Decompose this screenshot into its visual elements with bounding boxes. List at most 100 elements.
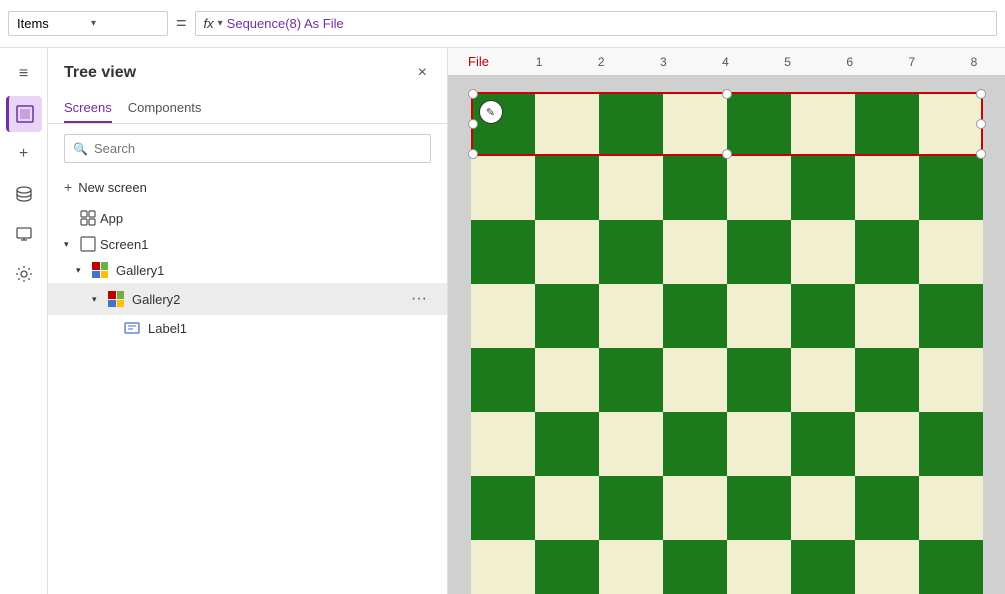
checker-cell [471, 220, 535, 284]
screen1-label: Screen1 [100, 237, 431, 252]
checker-cell [727, 540, 791, 594]
search-box: 🔍 [64, 134, 431, 163]
tree-item-gallery1[interactable]: ▾ Gallery1 [48, 257, 447, 283]
tree-item-gallery2[interactable]: ▾ Gallery2 ··· [48, 283, 447, 315]
checker-cell [727, 348, 791, 412]
add-icon[interactable]: + [6, 136, 42, 172]
checker-cell [471, 540, 535, 594]
tab-components[interactable]: Components [128, 94, 202, 123]
checker-cell [535, 156, 599, 220]
ruler-num-1: 1 [508, 55, 570, 69]
checker-cell [599, 220, 663, 284]
checker-cell [919, 284, 983, 348]
tree-items: App ▾ Screen1 ▾ Gallery1 ▾ [48, 201, 447, 594]
checker-cell [471, 92, 535, 156]
checker-cell [727, 412, 791, 476]
checker-cell [599, 412, 663, 476]
tree-header: Tree view × [48, 48, 447, 94]
tab-screens[interactable]: Screens [64, 94, 112, 123]
checker-cell [663, 476, 727, 540]
chevron-down-icon: ▾ [76, 265, 88, 276]
checkerboard [471, 92, 983, 594]
chevron-down-icon: ▾ [64, 239, 76, 250]
tree-panel: Tree view × Screens Components 🔍 + New s… [48, 48, 448, 594]
screen-icon [80, 236, 96, 252]
checker-cell [663, 284, 727, 348]
search-icon: 🔍 [73, 142, 88, 156]
formula-bar[interactable]: fx ▾ Sequence(8) As File [195, 11, 997, 36]
checker-cell [535, 92, 599, 156]
checker-cell [599, 284, 663, 348]
checker-cell [791, 92, 855, 156]
file-label[interactable]: File [448, 54, 508, 69]
plus-icon: + [64, 179, 72, 195]
checker-cell [791, 476, 855, 540]
hamburger-menu-icon[interactable]: ≡ [6, 56, 42, 92]
checker-cell [599, 348, 663, 412]
checker-cell [599, 476, 663, 540]
tree-item-app[interactable]: App [48, 205, 447, 231]
checker-cell [663, 540, 727, 594]
ruler-num-6: 6 [819, 55, 881, 69]
new-screen-label: New screen [78, 180, 147, 195]
checkerboard-wrap: ✎ [471, 92, 983, 594]
search-input[interactable] [94, 141, 422, 156]
checker-cell [855, 476, 919, 540]
data-icon[interactable] [6, 176, 42, 212]
tree-tabs: Screens Components [48, 94, 447, 124]
media-icon[interactable] [6, 216, 42, 252]
tree-item-label1[interactable]: Label1 [48, 315, 447, 341]
ruler-top: File 1 2 3 4 5 6 7 8 [448, 48, 1005, 76]
checker-cell [919, 348, 983, 412]
checker-cell [599, 92, 663, 156]
checker-cell [919, 412, 983, 476]
new-screen-button[interactable]: + New screen [48, 173, 447, 201]
checker-cell [535, 348, 599, 412]
label1-label: Label1 [148, 321, 431, 336]
ruler-num-5: 5 [757, 55, 819, 69]
settings-icon[interactable] [6, 256, 42, 292]
checker-cell [663, 220, 727, 284]
checker-cell [727, 284, 791, 348]
ruler-num-2: 2 [570, 55, 632, 69]
ruler-num-3: 3 [632, 55, 694, 69]
tree-title: Tree view [64, 64, 136, 82]
layers-icon[interactable] [6, 96, 42, 132]
ruler-num-8: 8 [943, 55, 1005, 69]
gallery-icon [92, 262, 108, 278]
checker-cell [535, 476, 599, 540]
checker-cell [599, 540, 663, 594]
top-bar: Items ▾ = fx ▾ Sequence(8) As File [0, 0, 1005, 48]
checker-cell [791, 156, 855, 220]
checker-cell [727, 476, 791, 540]
ruler-num-4: 4 [694, 55, 756, 69]
chevron-down-icon: ▾ [92, 294, 104, 305]
items-dropdown[interactable]: Items ▾ [8, 11, 168, 36]
checker-cell [663, 412, 727, 476]
checker-cell [791, 348, 855, 412]
checker-cell [663, 92, 727, 156]
chevron-down-icon: ▾ [91, 18, 159, 29]
checker-cell [919, 220, 983, 284]
fx-icon: fx [204, 16, 214, 31]
checker-cell [535, 220, 599, 284]
icon-bar: ≡ + [0, 48, 48, 594]
checker-cell [471, 412, 535, 476]
checker-cell [855, 412, 919, 476]
checker-cell [919, 540, 983, 594]
gallery2-label: Gallery2 [132, 292, 403, 307]
checker-cell [535, 540, 599, 594]
checker-cell [919, 476, 983, 540]
items-dropdown-label: Items [17, 16, 85, 31]
checker-cell [855, 540, 919, 594]
checker-cell [599, 156, 663, 220]
ruler-num-7: 7 [881, 55, 943, 69]
close-button[interactable]: × [414, 60, 431, 86]
tree-item-screen1[interactable]: ▾ Screen1 [48, 231, 447, 257]
more-options-icon[interactable]: ··· [407, 288, 431, 310]
fx-chevron-icon: ▾ [218, 18, 223, 29]
checker-cell [919, 92, 983, 156]
checker-cell [471, 476, 535, 540]
formula-content: Sequence(8) As File [227, 16, 344, 31]
checker-cell [727, 220, 791, 284]
